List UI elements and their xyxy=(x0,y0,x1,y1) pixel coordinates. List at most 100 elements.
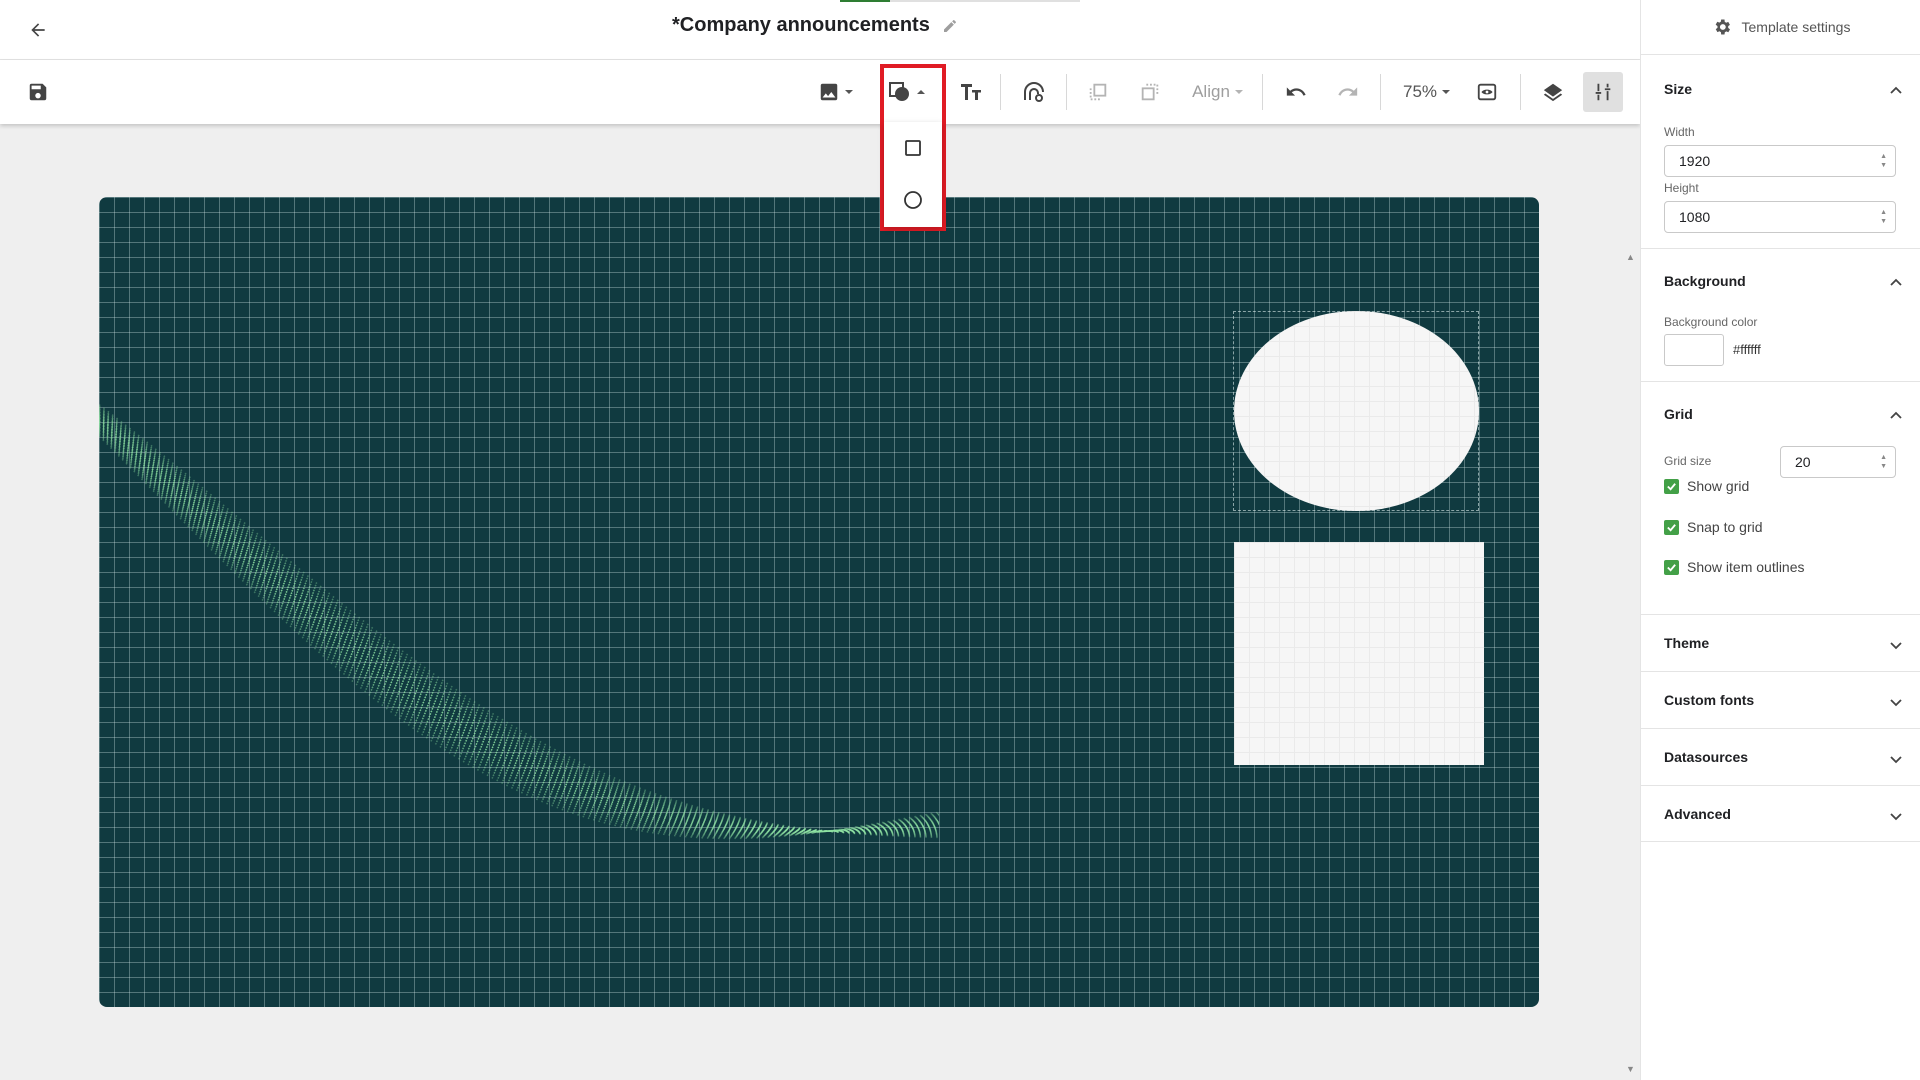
grid-title: Grid xyxy=(1664,406,1693,422)
width-input[interactable]: 1920 ▲ ▼ xyxy=(1664,145,1896,177)
circle-shape-option[interactable] xyxy=(884,174,942,226)
insert-image-button[interactable] xyxy=(812,72,860,112)
snap-to-grid-checkbox[interactable]: Snap to grid xyxy=(1664,519,1763,535)
height-input[interactable]: 1080 ▲ ▼ xyxy=(1664,201,1896,233)
caret-down-icon xyxy=(1442,90,1451,94)
ellipse-shape-item[interactable] xyxy=(1234,311,1479,511)
edit-title-icon[interactable] xyxy=(942,18,958,34)
redo-button[interactable] xyxy=(1330,72,1366,112)
send-backward-button[interactable] xyxy=(1132,72,1168,112)
caret-down-icon xyxy=(1234,90,1243,94)
toolbar-divider xyxy=(1380,74,1381,110)
width-label: Width xyxy=(1664,125,1695,139)
send-backward-icon xyxy=(1141,83,1159,101)
chevron-down-icon[interactable] xyxy=(1889,809,1903,823)
chevron-down-icon[interactable] xyxy=(1889,695,1903,709)
preview-button[interactable] xyxy=(1470,72,1504,112)
text-size-icon xyxy=(961,84,981,100)
show-grid-checkbox[interactable]: Show grid xyxy=(1664,478,1749,494)
layers-icon xyxy=(1543,83,1563,102)
rectangle-shape-item[interactable] xyxy=(1234,542,1484,765)
height-value: 1080 xyxy=(1679,209,1711,225)
background-color-value: #ffffff xyxy=(1733,342,1761,357)
title-area: *Company announcements xyxy=(672,14,958,37)
checkmark-icon xyxy=(1664,559,1679,575)
grid-section: Grid Grid size 20 ▲ ▼ Show grid Snap to g… xyxy=(1641,381,1920,614)
align-label: Align xyxy=(1192,82,1230,101)
template-settings-panel: Template settings Size Width 1920 ▲ ▼ Hei… xyxy=(1640,0,1920,1080)
layers-button[interactable] xyxy=(1535,72,1571,112)
undo-button[interactable] xyxy=(1278,72,1314,112)
arrow-back-icon xyxy=(31,23,45,37)
toolbar-divider xyxy=(1262,74,1263,110)
chevron-down-icon[interactable] xyxy=(1889,638,1903,652)
back-button[interactable] xyxy=(22,16,54,44)
settings-panel-toggle[interactable] xyxy=(1583,72,1623,112)
zoom-value: 75% xyxy=(1402,82,1438,101)
image-icon xyxy=(820,83,838,101)
spin-arrows-icon[interactable]: ▲ ▼ xyxy=(1880,453,1887,471)
widget-icon xyxy=(1024,82,1044,102)
redo-icon xyxy=(1338,87,1358,96)
grid-size-label: Grid size xyxy=(1664,454,1712,468)
workspace: ▲ xyxy=(0,124,1640,1080)
caret-down-icon xyxy=(845,90,853,94)
grid-size-value: 20 xyxy=(1795,454,1811,470)
panel-header: Template settings xyxy=(1641,0,1920,54)
spin-arrows-icon[interactable]: ▲ ▼ xyxy=(1880,208,1887,226)
save-icon xyxy=(29,83,47,101)
show-item-outlines-checkbox[interactable]: Show item outlines xyxy=(1664,559,1805,575)
top-bar: *Company announcements xyxy=(0,0,1640,60)
chevron-down-icon[interactable] xyxy=(1889,752,1903,766)
spin-arrows-icon[interactable]: ▲ ▼ xyxy=(1880,152,1887,170)
size-section: Size Width 1920 ▲ ▼ Height 1080 ▲ ▼ xyxy=(1641,54,1920,248)
page-title: *Company announcements xyxy=(672,14,930,36)
checkmark-icon xyxy=(1664,478,1679,494)
advanced-section[interactable]: Advanced xyxy=(1641,785,1920,842)
gear-icon xyxy=(1715,19,1730,35)
background-color-swatch[interactable] xyxy=(1664,334,1724,366)
template-canvas[interactable] xyxy=(99,197,1539,1007)
toolbar-divider xyxy=(1520,74,1521,110)
toolbar: Align 75% xyxy=(0,60,1640,124)
theme-section[interactable]: Theme xyxy=(1641,614,1920,671)
bring-forward-button[interactable] xyxy=(1080,72,1116,112)
toolbar-divider xyxy=(1066,74,1067,110)
insert-text-button[interactable] xyxy=(954,72,988,112)
background-section: Background Background color #ffffff xyxy=(1641,248,1920,381)
align-dropdown[interactable]: Align xyxy=(1182,72,1254,112)
show-item-outlines-label: Show item outlines xyxy=(1687,559,1805,575)
grid-size-input[interactable]: 20 ▲ ▼ xyxy=(1780,446,1896,478)
tune-icon xyxy=(1595,83,1611,101)
shape-menu xyxy=(884,122,942,227)
toolbar-divider xyxy=(1000,74,1001,110)
background-title: Background xyxy=(1664,273,1746,289)
chevron-up-icon[interactable] xyxy=(1889,276,1903,290)
show-grid-label: Show grid xyxy=(1687,478,1750,494)
chevron-up-icon[interactable] xyxy=(1889,84,1903,98)
height-label: Height xyxy=(1664,181,1699,195)
preview-icon xyxy=(1477,83,1497,101)
size-title: Size xyxy=(1664,81,1693,97)
zoom-dropdown[interactable]: 75% xyxy=(1394,72,1460,112)
square-icon xyxy=(905,140,921,156)
datasources-section[interactable]: Datasources xyxy=(1641,728,1920,785)
advanced-title: Advanced xyxy=(1664,806,1731,822)
theme-title: Theme xyxy=(1664,635,1710,651)
circle-icon xyxy=(904,191,922,209)
scroll-up-arrow[interactable]: ▲ xyxy=(1626,252,1635,262)
custom-fonts-section[interactable]: Custom fonts xyxy=(1641,671,1920,728)
undo-icon xyxy=(1286,87,1306,96)
save-button[interactable] xyxy=(22,72,54,112)
scroll-down-arrow[interactable]: ▼ xyxy=(1626,1064,1635,1074)
shape-menu-highlight xyxy=(880,64,946,231)
chevron-up-icon[interactable] xyxy=(1889,409,1903,423)
insert-widget-button[interactable] xyxy=(1016,72,1052,112)
rectangle-shape-option[interactable] xyxy=(884,122,942,174)
snap-to-grid-label: Snap to grid xyxy=(1687,519,1763,535)
checkmark-icon xyxy=(1664,519,1679,535)
loading-indicator xyxy=(840,0,1080,2)
width-value: 1920 xyxy=(1679,153,1711,169)
custom-fonts-title: Custom fonts xyxy=(1664,692,1755,708)
background-color-label: Background color xyxy=(1664,315,1758,329)
